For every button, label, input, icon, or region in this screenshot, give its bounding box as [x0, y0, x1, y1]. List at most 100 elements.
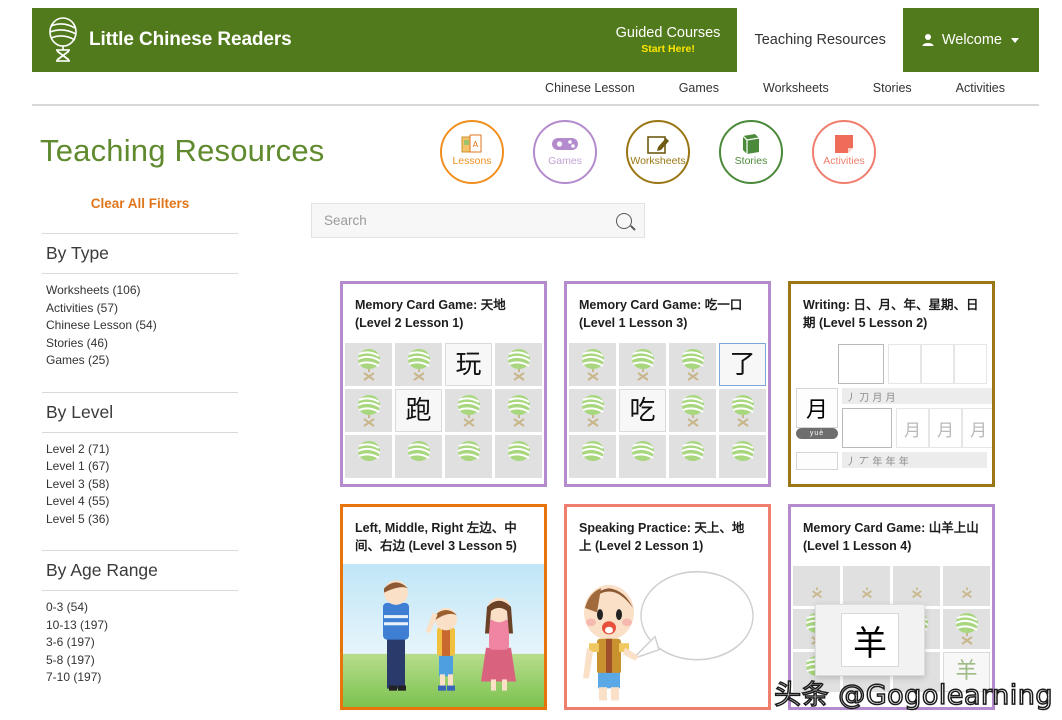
memory-card-back[interactable] [395, 435, 442, 478]
memory-card-back[interactable] [495, 343, 542, 386]
card-title: Memory Card Game: 山羊上山 (Level 1 Lesson 4… [803, 521, 979, 553]
memory-card-back[interactable] [495, 389, 542, 432]
resource-card-grid: Memory Card Game: 天地 (Level 2 Lesson 1) … [340, 281, 995, 710]
memory-card-back[interactable] [345, 343, 392, 386]
filter-item[interactable]: Activities (57) [42, 300, 238, 318]
worksheet-row: 月 yuè 丿 刀 月 月 月 月 月 [796, 388, 992, 448]
filter-item[interactable]: Stories (46) [42, 335, 238, 353]
page-root: Little Chinese Readers Guided Courses St… [0, 0, 1062, 720]
practice-cell: 月 [962, 408, 992, 448]
memory-card-back[interactable] [619, 343, 666, 386]
filter-item[interactable]: Worksheets (106) [42, 282, 238, 300]
practice-cell: 月 [896, 408, 929, 448]
filter-item[interactable]: Level 3 (58) [42, 476, 238, 494]
filter-item[interactable]: Level 1 (67) [42, 458, 238, 476]
card-thumbnail: 月 yuè 丿 刀 月 月 月 月 月 丿 丆 年 年 年 [791, 341, 992, 484]
filter-item[interactable]: Level 4 (55) [42, 493, 238, 511]
card-title: Writing: 日、月、年、星期、日期 (Level 5 Lesson 2) [803, 298, 979, 330]
category-label: Lessons [452, 155, 492, 167]
filter-item[interactable]: 0-3 (54) [42, 599, 238, 617]
memory-card-face-selected[interactable]: 了 [719, 343, 766, 386]
memory-card-back[interactable] [719, 435, 766, 478]
memory-card-back[interactable] [569, 343, 616, 386]
subnav-item-stories[interactable]: Stories [851, 81, 934, 95]
subnav-item-activities[interactable]: Activities [934, 81, 1027, 95]
memory-card-face[interactable]: 玩 [445, 343, 492, 386]
memory-card-back[interactable] [943, 609, 990, 649]
card-thumbnail: 玩 跑 [343, 341, 544, 484]
clear-all-filters-button[interactable]: Clear All Filters [42, 196, 238, 211]
memory-card-back[interactable] [719, 389, 766, 432]
watermark: 头条 @Gogolearning [773, 679, 1053, 712]
filter-item[interactable]: 3-6 (197) [42, 634, 238, 652]
memory-card-back[interactable] [445, 389, 492, 432]
memory-card-back[interactable] [669, 343, 716, 386]
practice-cell: 月 [929, 408, 962, 448]
memory-card-back[interactable] [495, 435, 542, 478]
illustration-speech-bubble [567, 564, 768, 707]
subnav-item-games[interactable]: Games [657, 81, 741, 95]
filter-group-by-type: By Type Worksheets (106) Activities (57)… [42, 233, 238, 370]
memory-card-back[interactable] [669, 389, 716, 432]
category-games[interactable]: Games [533, 120, 597, 184]
category-lessons[interactable]: A Lessons [440, 120, 504, 184]
filter-items: Worksheets (106) Activities (57) Chinese… [42, 274, 238, 370]
memory-card-char: 吃 [629, 395, 656, 426]
search-input[interactable] [324, 213, 616, 228]
card-title: Memory Card Game: 吃一口 (Level 1 Lesson 3) [579, 298, 743, 330]
subnav-item-chinese-lesson[interactable]: Chinese Lesson [523, 81, 657, 95]
memory-card-back[interactable] [445, 435, 492, 478]
worksheet-row [796, 344, 987, 384]
practice-cells [888, 344, 987, 384]
search-icon[interactable] [616, 212, 632, 229]
filter-item[interactable]: Level 5 (36) [42, 511, 238, 529]
memory-card-back[interactable] [395, 343, 442, 386]
memory-card-back[interactable] [669, 435, 716, 478]
filter-group-by-age-range: By Age Range 0-3 (54) 10-13 (197) 3-6 (1… [42, 550, 238, 687]
memory-card-back[interactable] [893, 566, 940, 606]
practice-cell [921, 344, 954, 384]
filter-item[interactable]: 10-13 (197) [42, 617, 238, 635]
filter-item[interactable]: Chinese Lesson (54) [42, 317, 238, 335]
filter-items: 0-3 (54) 10-13 (197) 3-6 (197) 5-8 (197)… [42, 591, 238, 687]
filter-item[interactable]: 5-8 (197) [42, 652, 238, 670]
subnav-item-worksheets[interactable]: Worksheets [741, 81, 851, 95]
worksheet-stroke-order: 丿 刀 月 月 [842, 388, 992, 404]
resource-card[interactable]: Writing: 日、月、年、星期、日期 (Level 5 Lesson 2) [788, 281, 995, 487]
memory-card-back[interactable] [569, 389, 616, 432]
brand[interactable]: Little Chinese Readers [32, 8, 292, 72]
memory-card-popup[interactable]: 羊 [815, 604, 925, 676]
nav-item-guided-courses[interactable]: Guided Courses Start Here! [598, 8, 738, 72]
resource-card[interactable]: Memory Card Game: 吃一口 (Level 1 Lesson 3)… [564, 281, 771, 487]
memory-card-back[interactable] [345, 389, 392, 432]
memory-card-face[interactable]: 跑 [395, 389, 442, 432]
resource-card[interactable]: Speaking Practice: 天上、地上 (Level 2 Lesson… [564, 504, 771, 710]
category-worksheets[interactable]: Worksheets [626, 120, 690, 184]
memory-card-back[interactable] [619, 435, 666, 478]
memory-card-back[interactable] [843, 566, 890, 606]
filter-item[interactable]: Level 2 (71) [42, 441, 238, 459]
chevron-down-icon [1011, 37, 1019, 43]
resource-card[interactable]: Left, Middle, Right 左边、中间、右边 (Level 3 Le… [340, 504, 547, 710]
nav-item-teaching-resources[interactable]: Teaching Resources [737, 8, 903, 72]
memory-card-face[interactable]: 吃 [619, 389, 666, 432]
filter-group-by-level: By Level Level 2 (71) Level 1 (67) Level… [42, 391, 238, 529]
search-bar[interactable] [311, 203, 645, 238]
filter-group-title: By Age Range [46, 560, 158, 580]
practice-cell [954, 344, 987, 384]
brand-name: Little Chinese Readers [89, 29, 292, 50]
welcome-label: Welcome [941, 32, 1002, 48]
category-stories[interactable]: Stories [719, 120, 783, 184]
memory-card-back[interactable] [345, 435, 392, 478]
memory-card-grid: 玩 跑 [343, 341, 544, 480]
practice-blank-box [842, 408, 892, 448]
filter-item[interactable]: 7-10 (197) [42, 669, 238, 687]
memory-card-back[interactable] [943, 566, 990, 606]
memory-card-back[interactable] [793, 566, 840, 606]
resource-card[interactable]: Memory Card Game: 天地 (Level 2 Lesson 1) … [340, 281, 547, 487]
welcome-menu[interactable]: Welcome [902, 8, 1039, 72]
category-activities[interactable]: Activities [812, 120, 876, 184]
memory-card-back[interactable] [569, 435, 616, 478]
filter-item[interactable]: Games (25) [42, 352, 238, 370]
header-divider [32, 104, 1039, 106]
